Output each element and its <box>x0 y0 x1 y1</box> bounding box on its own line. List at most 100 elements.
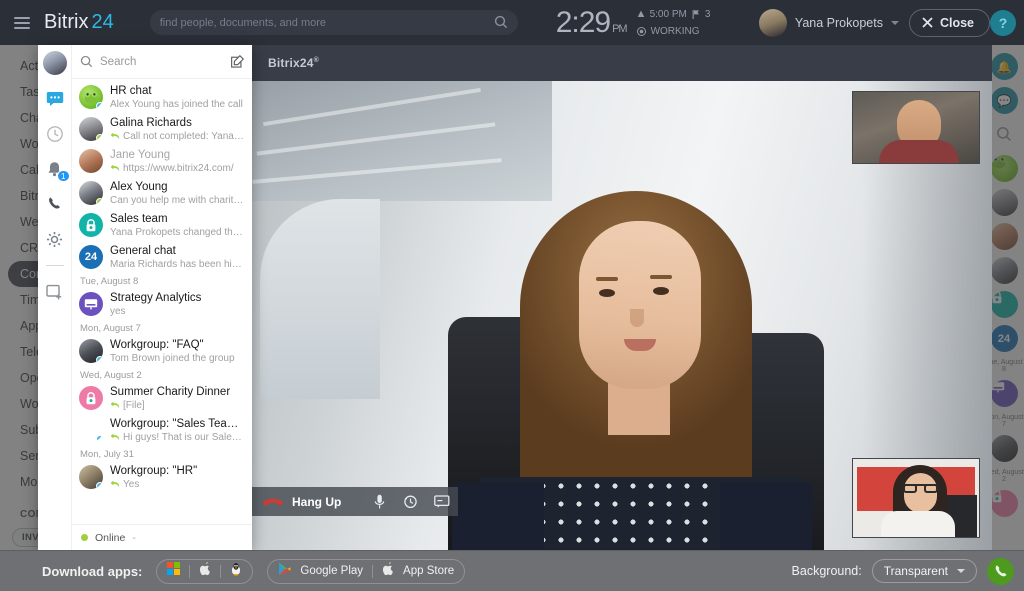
chat-item-title: General chat <box>110 244 244 258</box>
hamburger-icon[interactable] <box>14 14 30 32</box>
avatar <box>79 465 103 489</box>
record-history-icon[interactable] <box>395 487 426 516</box>
chevron-down-icon[interactable] <box>891 21 899 25</box>
reply-icon <box>110 433 120 441</box>
chat-list-item[interactable]: Workgroup: "FAQ"Tom Brown joined the gro… <box>72 335 252 367</box>
avatar <box>79 339 103 363</box>
notifications-icon[interactable]: 1 <box>44 158 66 180</box>
close-button[interactable]: Close <box>909 9 990 37</box>
chat-item-preview-text: https://www.bitrix24.com/ <box>123 163 234 174</box>
chat-item-title: Summer Charity Dinner <box>110 385 244 399</box>
bitrix24-logo[interactable]: Bitrix24 <box>44 11 114 34</box>
call-video-stage: Hang Up <box>252 81 992 550</box>
chat-item-title: Strategy Analytics <box>110 291 244 305</box>
video-person-nose <box>630 309 644 327</box>
chat-item-preview: Yana Prokopets changed the c... <box>110 226 244 239</box>
divider <box>220 565 221 578</box>
help-button[interactable]: ? <box>990 10 1016 36</box>
chat-item-text: Jane Younghttps://www.bitrix24.com/ <box>110 148 244 175</box>
messages-icon[interactable] <box>44 88 66 110</box>
chat-item-preview-text: [File] <box>123 400 145 411</box>
chat-panel: 1 Search HR chatAlex Young has joined th… <box>38 45 252 550</box>
chat-list-item[interactable]: Jane Younghttps://www.bitrix24.com/ <box>72 145 252 177</box>
chat-item-preview: Tom Brown joined the group <box>110 352 244 365</box>
settings-gear-icon[interactable] <box>44 228 66 250</box>
chat-item-preview-text: Call not completed: Yana Pr... <box>123 131 244 142</box>
background-label: Background: <box>792 564 862 578</box>
google-play-icon[interactable] <box>278 562 291 581</box>
chat-item-title: Galina Richards <box>110 116 244 130</box>
video-call-window: Bitrix24® <box>252 45 992 550</box>
video-person-eye-left <box>599 289 615 297</box>
mobile-stores-group[interactable]: Google Play App Store <box>267 559 465 584</box>
avatar <box>79 181 103 205</box>
windows-icon[interactable] <box>167 562 180 580</box>
chat-item-preview: Call not completed: Yana Pr... <box>110 130 244 143</box>
help-label: ? <box>999 15 1008 31</box>
chat-list[interactable]: HR chatAlex Young has joined the callGal… <box>72 79 252 524</box>
background-select[interactable]: Transparent <box>872 559 977 583</box>
avatar: 24 <box>79 245 103 269</box>
avatar[interactable] <box>43 51 67 75</box>
chat-item-title: Jane Young <box>110 148 244 162</box>
history-icon[interactable] <box>44 123 66 145</box>
global-search-input[interactable]: find people, documents, and more <box>150 10 518 35</box>
call-control-bar: Hang Up <box>252 487 458 516</box>
app-store-icon[interactable] <box>382 562 394 581</box>
chat-item-title: Workgroup: "FAQ" <box>110 338 244 352</box>
phone-icon[interactable] <box>44 193 66 215</box>
current-time: 2:29PM <box>556 6 627 40</box>
bitrix24-video-call-screen: Activity StreamTasksChat and CallsWorkgr… <box>0 0 1024 591</box>
participant-thumbnail-bottom[interactable] <box>852 458 980 538</box>
chevron-down-icon[interactable] <box>957 569 965 573</box>
user-name: Yana Prokopets <box>795 16 883 30</box>
notification-badge: 1 <box>57 170 69 182</box>
chat-item-text: Workgroup: "FAQ"Tom Brown joined the gro… <box>110 338 244 365</box>
call-chat-icon[interactable] <box>426 487 457 516</box>
new-chat-icon[interactable] <box>44 281 66 303</box>
apple-icon[interactable] <box>199 562 211 581</box>
start-call-button[interactable] <box>987 558 1014 585</box>
chat-list-item[interactable]: Workgroup: "Sales Team Gr...Hi guys! Tha… <box>72 414 252 446</box>
chat-list-item[interactable]: Alex YoungCan you help me with charity d… <box>72 177 252 209</box>
presence-dot-icon <box>96 198 103 205</box>
video-person-eye-right <box>653 287 669 295</box>
chat-list-item[interactable]: Summer Charity Dinner[File] <box>72 382 252 414</box>
participant-thumbnail-top[interactable] <box>852 91 980 164</box>
call-window-logo: Bitrix24® <box>268 56 319 70</box>
top-header: Bitrix24 find people, documents, and mor… <box>0 0 1024 45</box>
avatar[interactable] <box>759 9 787 37</box>
video-person-arm-left <box>452 483 544 550</box>
avatar <box>79 85 103 109</box>
chat-list-item[interactable]: 24 General chatMaria Richards has been hi… <box>72 241 252 273</box>
chat-list-item[interactable]: HR chatAlex Young has joined the call <box>72 81 252 113</box>
compose-icon[interactable] <box>231 55 244 68</box>
search-icon <box>494 15 508 29</box>
chat-list-item[interactable]: Sales teamYana Prokopets changed the c..… <box>72 209 252 241</box>
chat-item-text: Summer Charity Dinner[File] <box>110 385 244 412</box>
clock-meridiem: PM <box>612 23 627 35</box>
logo-accent: 24 <box>91 11 113 33</box>
presence-dot-icon <box>96 356 103 363</box>
reply-icon <box>110 164 120 172</box>
call-window-titlebar: Bitrix24® <box>252 45 992 81</box>
presence-dot-icon <box>96 435 103 442</box>
chat-item-text: General chatMaria Richards has been hire… <box>110 244 244 271</box>
avatar <box>79 418 103 442</box>
video-ceiling <box>252 81 552 201</box>
chat-search-bar[interactable]: Search <box>72 45 252 79</box>
linux-icon[interactable] <box>230 562 242 581</box>
desktop-apps-group[interactable] <box>156 559 253 584</box>
chat-list-item[interactable]: Workgroup: "HR"Yes <box>72 461 252 493</box>
chat-date-separator: Tue, August 8 <box>72 273 252 288</box>
chat-status-footer[interactable]: Online - <box>72 524 252 550</box>
hang-up-button[interactable]: Hang Up <box>252 495 364 509</box>
chat-item-preview: Hi guys! That is our Sales Te... <box>110 431 244 444</box>
chat-list-item[interactable]: Strategy Analyticsyes <box>72 288 252 320</box>
chat-list-item[interactable]: Galina RichardsCall not completed: Yana … <box>72 113 252 145</box>
chat-item-title: Alex Young <box>110 180 244 194</box>
user-menu[interactable]: Yana Prokopets <box>759 9 899 37</box>
microphone-icon[interactable] <box>364 487 395 516</box>
google-play-label: Google Play <box>300 565 363 577</box>
chat-item-text: Workgroup: "Sales Team Gr...Hi guys! Tha… <box>110 417 244 444</box>
